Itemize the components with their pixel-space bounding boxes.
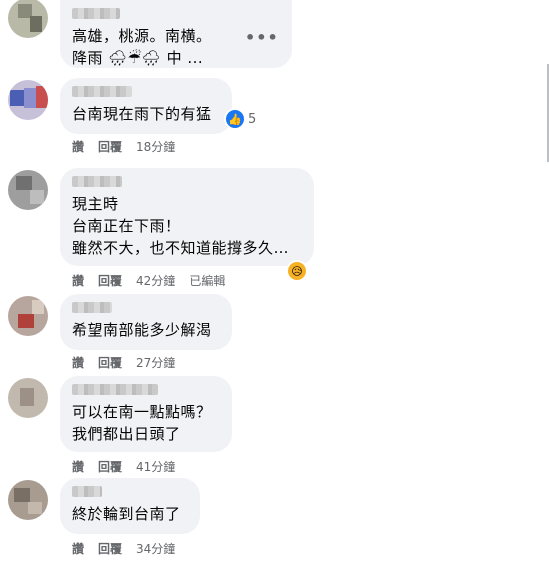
commenter-name-blurred[interactable]	[72, 486, 102, 497]
commenter-name-blurred[interactable]	[72, 384, 158, 395]
avatar[interactable]	[8, 480, 48, 520]
comment-text: 台南正在下雨！	[72, 217, 181, 235]
like-button[interactable]: 讚	[72, 272, 84, 289]
reply-button[interactable]: 回覆	[98, 138, 122, 155]
commenter-name-blurred[interactable]	[72, 86, 132, 97]
reaction-count: 5	[248, 111, 257, 127]
comment-text: 我們都出日頭了	[72, 425, 181, 443]
comment-actions: 讚 回覆 42分鐘 已編輯	[72, 272, 225, 289]
comment-text: 降雨 🌧☔🌧 中 ...	[72, 49, 204, 67]
avatar[interactable]	[8, 80, 48, 120]
comment-bubble: 希望南部能多少解渴	[60, 294, 232, 350]
thumbs-up-icon: 👍	[226, 110, 244, 128]
avatar[interactable]	[8, 296, 48, 336]
avatar[interactable]	[8, 378, 48, 418]
comment-text: 希望南部能多少解渴	[72, 321, 212, 339]
reply-button[interactable]: 回覆	[98, 540, 122, 557]
reply-button[interactable]: 回覆	[98, 272, 122, 289]
like-button[interactable]: 讚	[72, 540, 84, 557]
comment-text: 現主時	[72, 195, 119, 213]
comment-bubble: 終於輪到台南了	[60, 478, 200, 534]
edited-label: 已編輯	[189, 274, 226, 288]
timestamp[interactable]: 42分鐘	[136, 272, 175, 289]
comment-text: 可以在南一點點嗎？	[72, 403, 212, 421]
like-button[interactable]: 讚	[72, 458, 84, 475]
reply-button[interactable]: 回覆	[98, 354, 122, 371]
comment-bubble: 可以在南一點點嗎？ 我們都出日頭了	[60, 376, 232, 452]
like-button[interactable]: 讚	[72, 138, 84, 155]
commenter-name-blurred[interactable]	[72, 176, 122, 187]
timestamp[interactable]: 34分鐘	[136, 540, 175, 557]
reaction-summary[interactable]: 👍 5	[226, 110, 256, 128]
sad-face-icon[interactable]: 😥	[288, 262, 306, 280]
comment-actions: 讚 回覆 27分鐘	[72, 354, 175, 371]
comment-text: 雖然不大，也不知道能撐多久…	[72, 239, 290, 257]
reply-button[interactable]: 回覆	[98, 458, 122, 475]
comment-actions: 讚 回覆 18分鐘	[72, 138, 175, 155]
timestamp[interactable]: 18分鐘	[136, 138, 175, 155]
timestamp[interactable]: 27分鐘	[136, 354, 175, 371]
commenter-name-blurred[interactable]	[72, 8, 120, 19]
comment-bubble: 現主時 台南正在下雨！ 雖然不大，也不知道能撐多久…	[60, 168, 314, 266]
comment-text: 台南現在雨下的有猛	[72, 105, 212, 123]
avatar[interactable]	[8, 170, 48, 210]
comment-actions: 讚 回覆 41分鐘	[72, 458, 175, 475]
comment-bubble: 台南現在雨下的有猛	[60, 78, 232, 134]
avatar[interactable]	[8, 0, 48, 38]
like-button[interactable]: 讚	[72, 354, 84, 371]
comment-actions: 讚 回覆 34分鐘	[72, 540, 175, 557]
commenter-name-blurred[interactable]	[72, 302, 112, 313]
comment-text: 終於輪到台南了	[72, 505, 181, 523]
more-options-icon[interactable]: •••	[245, 28, 279, 47]
timestamp[interactable]: 41分鐘	[136, 458, 175, 475]
